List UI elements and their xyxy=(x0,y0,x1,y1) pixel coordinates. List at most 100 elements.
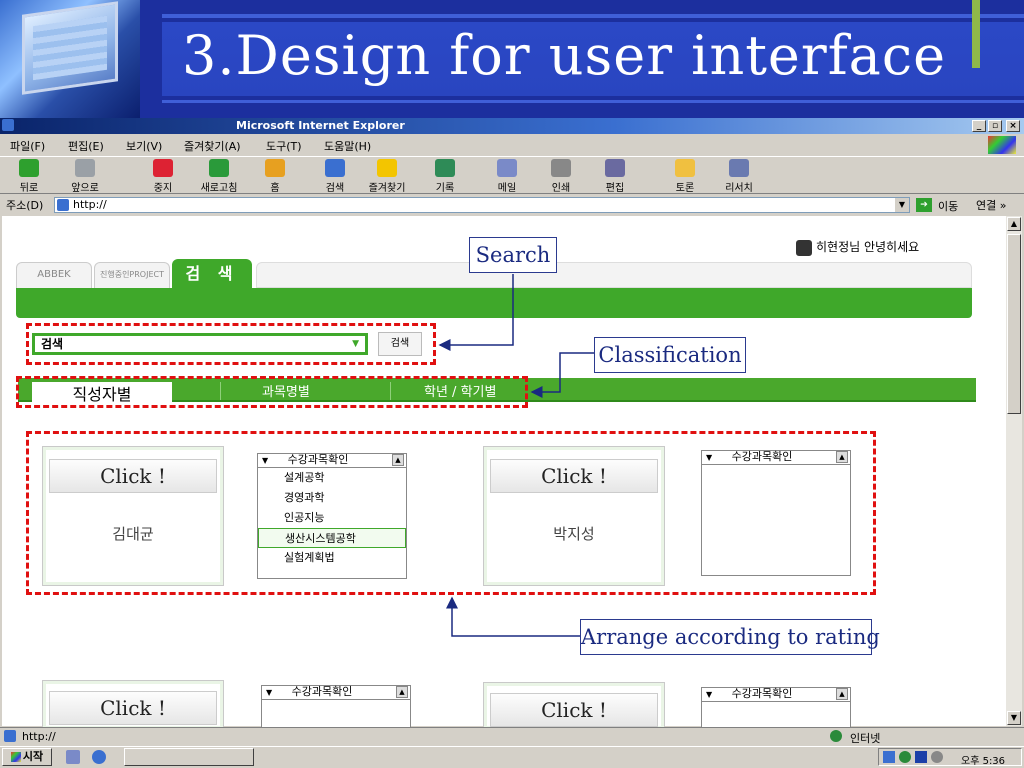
course-listbox[interactable]: ▼ 수강과목확인 ▲ xyxy=(701,687,851,729)
address-input[interactable]: http:// ▼ xyxy=(54,197,910,213)
tab-abbek[interactable]: ABBEK xyxy=(16,262,92,288)
toolbar-label: 리서치 xyxy=(725,183,753,194)
toolbar-label: 뒤로 xyxy=(19,183,39,194)
course-listbox[interactable]: ▼ 수강과목확인 ▲ xyxy=(261,685,411,729)
toolbar-refresh-button[interactable]: 새로고침 xyxy=(196,159,242,194)
back-icon xyxy=(19,159,39,177)
menu-help[interactable]: 도움말(H) xyxy=(324,138,371,154)
chevron-up-icon[interactable]: ▲ xyxy=(396,686,408,698)
chevron-up-icon[interactable]: ▲ xyxy=(836,688,848,700)
discuss-icon xyxy=(675,159,695,177)
vertical-scrollbar[interactable]: ▲ ▼ xyxy=(1006,216,1022,726)
chevron-down-icon[interactable]: ▼ xyxy=(895,198,909,212)
toolbar-label: 앞으로 xyxy=(71,183,99,194)
click-button[interactable]: Click ! xyxy=(490,693,658,727)
header-stripe xyxy=(162,100,1024,103)
windows-logo-icon xyxy=(988,136,1016,154)
home-icon xyxy=(265,159,285,177)
callout-classification: Classification xyxy=(594,337,746,373)
status-bar: http:// 인터넷 xyxy=(0,727,1024,745)
toolbar-label: 즐겨찾기 xyxy=(368,183,406,194)
toolbar: 뒤로 앞으로 중지 새로고침 홈 검색 즐겨찾기 기록 메일 인쇄 편집 토론 리서치 xyxy=(0,156,1024,194)
toolbar-mail-button[interactable]: 메일 xyxy=(484,159,530,194)
scroll-thumb[interactable] xyxy=(1007,234,1021,414)
menu-file[interactable]: 파일(F) xyxy=(10,138,45,154)
callout-rating: Arrange according to rating xyxy=(580,619,880,655)
click-button[interactable]: Click ! xyxy=(49,691,217,725)
menu-tools[interactable]: 도구(T) xyxy=(266,138,302,154)
research-icon xyxy=(729,159,749,177)
tray-icon[interactable] xyxy=(915,751,927,763)
toolbar-search-button[interactable]: 검색 xyxy=(312,159,358,194)
professor-card: Click ! xyxy=(483,682,665,730)
toolbar-print-button[interactable]: 인쇄 xyxy=(538,159,584,194)
window-titlebar[interactable]: Microsoft Internet Explorer _ ▫ × xyxy=(0,118,1024,134)
search-icon xyxy=(325,159,345,177)
toolbar-stop-button[interactable]: 중지 xyxy=(140,159,186,194)
toolbar-edit-button[interactable]: 편집 xyxy=(592,159,638,194)
slide-title: 3.Design for user interface xyxy=(182,24,947,87)
menu-view[interactable]: 보기(V) xyxy=(126,138,162,154)
listbox-header: 수강과목확인 xyxy=(291,685,353,698)
toolbar-label: 중지 xyxy=(153,183,173,194)
toolbar-research-button[interactable]: 리서치 xyxy=(716,159,762,194)
tray-icon[interactable] xyxy=(883,751,895,763)
quicklaunch-icon[interactable] xyxy=(66,750,80,764)
classification-highlight xyxy=(16,376,528,408)
status-url: http:// xyxy=(22,730,56,743)
links-label[interactable]: 연결 » xyxy=(976,197,1006,213)
refresh-icon xyxy=(209,159,229,177)
toolbar-back-button[interactable]: 뒤로 xyxy=(6,159,52,194)
toolbar-forward-button[interactable]: 앞으로 xyxy=(62,159,108,194)
toolbar-home-button[interactable]: 홈 xyxy=(252,159,298,194)
greeting-text: 히현정님 안녕히세요 xyxy=(816,240,920,254)
address-value: http:// xyxy=(73,198,107,211)
chevron-down-icon: ▼ xyxy=(266,688,273,697)
close-button[interactable]: × xyxy=(1006,120,1020,132)
system-tray: 오후 5:36 xyxy=(878,748,1022,767)
scroll-up-icon[interactable]: ▲ xyxy=(1007,217,1021,231)
toolbar-history-button[interactable]: 기록 xyxy=(422,159,468,194)
toolbar-label: 검색 xyxy=(325,183,345,194)
monitor-illustration xyxy=(0,0,140,118)
toolbar-label: 기록 xyxy=(435,183,455,194)
scroll-down-icon[interactable]: ▼ xyxy=(1007,711,1021,725)
tab-project[interactable]: 진행중인PROJECT xyxy=(94,262,170,288)
menu-edit[interactable]: 편집(E) xyxy=(68,138,104,154)
tray-icon[interactable] xyxy=(899,751,911,763)
go-button[interactable]: ➔ 이동 xyxy=(914,197,966,213)
toolbar-label: 인쇄 xyxy=(551,183,571,194)
search-highlight xyxy=(26,323,436,365)
page-icon xyxy=(4,730,16,742)
stop-icon xyxy=(153,159,173,177)
tab-search[interactable]: 검 색 xyxy=(172,259,252,289)
address-label: 주소(D) xyxy=(6,199,44,212)
listbox-header: 수강과목확인 xyxy=(731,687,793,700)
favorites-icon xyxy=(377,159,397,177)
toolbar-label: 토론 xyxy=(675,183,695,194)
toolbar-favorites-button[interactable]: 즐겨찾기 xyxy=(364,159,410,194)
go-label: 이동 xyxy=(938,200,959,213)
chevron-down-icon: ▼ xyxy=(706,690,713,699)
window-title: Microsoft Internet Explorer xyxy=(236,119,405,132)
windows-logo-icon xyxy=(10,752,21,762)
minimize-button[interactable]: _ xyxy=(972,120,986,132)
history-icon xyxy=(435,159,455,177)
taskbar-window-button[interactable] xyxy=(124,748,254,766)
clock: 오후 5:36 xyxy=(961,756,1006,767)
go-arrow-icon: ➔ xyxy=(916,198,932,212)
globe-icon xyxy=(830,730,842,742)
start-button[interactable]: 시작 xyxy=(2,748,52,766)
tray-icon[interactable] xyxy=(931,751,943,763)
start-label: 시작 xyxy=(22,750,44,763)
maximize-button[interactable]: ▫ xyxy=(988,120,1002,132)
menu-bar: 파일(F) 편집(E) 보기(V) 즐겨찾기(A) 도구(T) 도움말(H) xyxy=(0,135,1024,155)
menu-favorites[interactable]: 즐겨찾기(A) xyxy=(184,138,241,154)
toolbar-label: 새로고침 xyxy=(200,183,238,194)
toolbar-discuss-button[interactable]: 토론 xyxy=(662,159,708,194)
toolbar-label: 메일 xyxy=(497,183,517,194)
header-green-bar xyxy=(16,288,972,318)
header-stripe xyxy=(162,14,1024,18)
ie-icon[interactable] xyxy=(92,750,106,764)
header-accent xyxy=(972,0,980,68)
